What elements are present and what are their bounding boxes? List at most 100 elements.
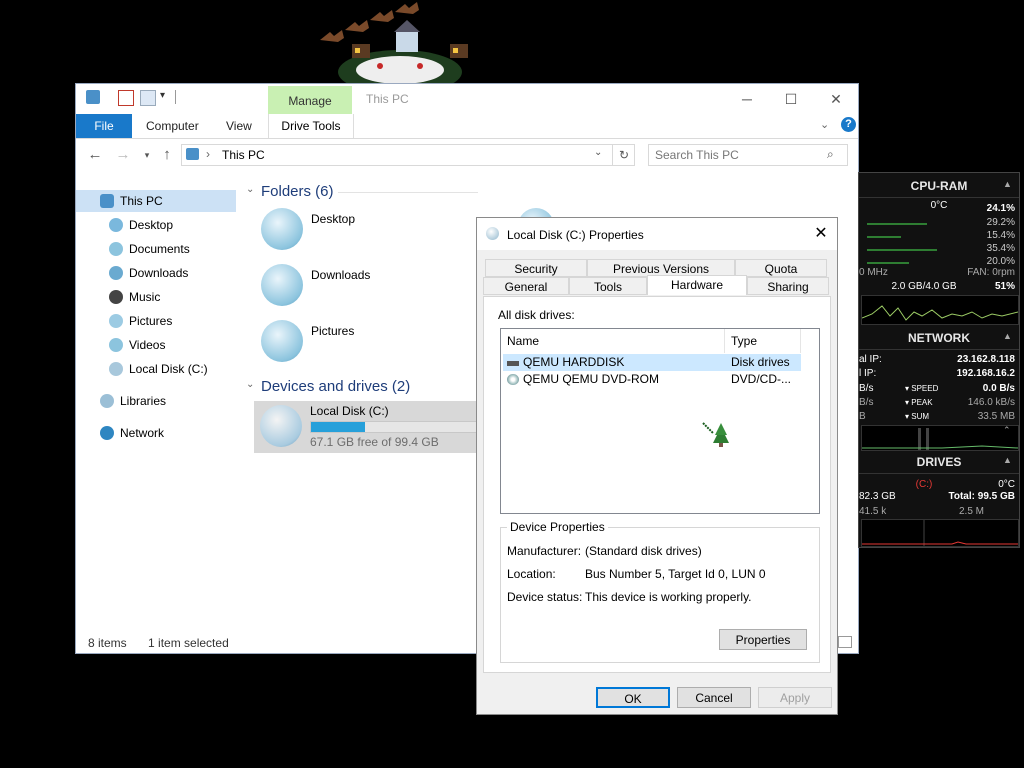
up-button[interactable]: ↑: [158, 146, 176, 164]
drives-header[interactable]: DRIVES: [859, 455, 1019, 469]
folder-downloads[interactable]: Downloads: [261, 264, 461, 314]
address-dropdown-icon[interactable]: ⌄: [594, 147, 602, 158]
cpu-total: 24.1%: [986, 203, 1015, 214]
core-value: 20.0%: [986, 256, 1015, 267]
title-bar[interactable]: ▾ Manage This PC ─ ☐ ✕: [76, 84, 858, 114]
device-status-value: This device is working properly.: [585, 590, 752, 604]
manufacturer-label: Manufacturer:: [507, 544, 582, 558]
drive-row-dvd[interactable]: QEMU QEMU DVD-ROM DVD/CD-...: [503, 371, 801, 388]
tab-hardware[interactable]: Hardware: [647, 275, 747, 295]
tab-file[interactable]: File: [76, 114, 132, 138]
manage-context-tab[interactable]: Manage: [268, 86, 352, 114]
expand-network-icon[interactable]: ⌃: [1003, 425, 1011, 436]
new-folder-icon[interactable]: [140, 90, 156, 106]
column-header-type[interactable]: Type: [725, 329, 801, 353]
network-header[interactable]: NETWORK: [859, 331, 1019, 345]
tab-tools[interactable]: Tools: [569, 277, 647, 295]
nav-item-this-pc[interactable]: This PC: [76, 190, 236, 212]
address-text[interactable]: This PC: [222, 148, 265, 162]
tab-sharing[interactable]: Sharing: [747, 277, 829, 295]
nav-item-videos[interactable]: Videos: [109, 334, 245, 356]
nav-item-desktop[interactable]: Desktop: [109, 214, 245, 236]
cpu-ram-header[interactable]: CPU-RAM: [859, 179, 1019, 193]
drive-row-harddisk[interactable]: QEMU HARDDISK Disk drives: [503, 354, 801, 371]
core-value: 35.4%: [986, 243, 1015, 254]
ext-ip-label: al IP:: [859, 354, 882, 365]
help-icon[interactable]: ?: [841, 117, 856, 132]
peak-label: ▾ PEAK: [905, 398, 933, 407]
navigation-bar: ← → ▾ ↑ › This PC ⌄ ↻ Search This PC ⌕: [76, 138, 858, 174]
customize-qat-icon[interactable]: ▾: [160, 90, 165, 101]
nav-item-music[interactable]: Music: [109, 286, 245, 308]
refresh-icon[interactable]: ↻: [612, 145, 635, 165]
tab-security[interactable]: Security: [485, 259, 587, 277]
nav-item-pictures[interactable]: Pictures: [109, 310, 245, 332]
collapse-drives-icon[interactable]: ▲: [1003, 455, 1012, 465]
explorer-icon: [86, 90, 100, 104]
nav-item-libraries[interactable]: Libraries: [100, 390, 236, 412]
nav-item-network[interactable]: Network: [100, 422, 236, 444]
tab-drive-tools[interactable]: Drive Tools: [268, 114, 354, 138]
cpu-frequency: 0 MHz: [859, 267, 888, 278]
downloads-folder-icon: [261, 264, 303, 306]
forward-button[interactable]: →: [114, 146, 132, 164]
drive-usage-bar: [310, 421, 478, 433]
drives-graph: [861, 519, 1019, 547]
collapse-cpu-icon[interactable]: ▲: [1003, 179, 1012, 189]
hardware-tab-panel: All disk drives: Name Type QEMU HARDDISK…: [483, 296, 831, 673]
breadcrumb-chevron-icon[interactable]: ›: [206, 147, 210, 161]
cancel-button[interactable]: Cancel: [677, 687, 751, 708]
disk-drives-list[interactable]: Name Type QEMU HARDDISK Disk drives QEMU…: [500, 328, 820, 514]
column-header-name[interactable]: Name: [501, 329, 725, 353]
sum-label-text: SUM: [911, 412, 930, 421]
folder-desktop[interactable]: Desktop: [261, 208, 461, 258]
divider: [859, 349, 1019, 350]
core-bar: [867, 262, 909, 264]
folders-group-header[interactable]: Folders (6): [261, 183, 334, 200]
nav-item-documents[interactable]: Documents: [109, 238, 245, 260]
search-icon[interactable]: ⌕: [827, 147, 834, 162]
drive-tile-local-disk[interactable]: Local Disk (C:) 67.1 GB free of 99.4 GB: [254, 401, 480, 453]
nav-item-local-disk[interactable]: Local Disk (C:): [109, 358, 245, 380]
dialog-close-button[interactable]: ✕: [811, 224, 831, 244]
properties-icon[interactable]: [118, 90, 134, 106]
close-button[interactable]: ✕: [821, 88, 851, 110]
sum-left: B: [859, 411, 866, 422]
nav-label: Local Disk (C:): [129, 362, 208, 376]
minimize-button[interactable]: ─: [732, 88, 762, 110]
apply-button[interactable]: Apply: [758, 687, 832, 708]
tab-computer[interactable]: Computer: [146, 114, 199, 138]
devices-group-header[interactable]: Devices and drives (2): [261, 378, 410, 395]
collapse-devices-icon[interactable]: ⌄: [246, 379, 254, 390]
core-value: 15.4%: [986, 230, 1015, 241]
tab-general[interactable]: General: [483, 277, 569, 295]
recent-locations-button[interactable]: ▾: [138, 146, 156, 164]
details-view-icon[interactable]: [838, 636, 852, 648]
tab-quota[interactable]: Quota: [735, 259, 827, 277]
status-selected-count: 1 item selected: [148, 636, 229, 650]
folder-pictures[interactable]: Pictures: [261, 320, 461, 370]
tab-view[interactable]: View: [226, 114, 252, 138]
collapse-network-icon[interactable]: ▲: [1003, 331, 1012, 341]
nav-label: Libraries: [120, 394, 167, 408]
core-bar: [867, 223, 927, 225]
status-item-count: 8 items: [88, 636, 127, 650]
drive-row-type: DVD/CD-...: [731, 372, 791, 386]
search-input[interactable]: Search This PC ⌕: [648, 144, 848, 166]
desktop-folder-icon: [261, 208, 303, 250]
ok-button[interactable]: OK: [596, 687, 670, 708]
device-status-label: Device status:: [507, 590, 583, 604]
ribbon-expand-icon[interactable]: ⌄: [820, 118, 829, 131]
address-bar[interactable]: › This PC ⌄ ↻: [181, 144, 635, 166]
ram-percent: 51%: [994, 281, 1015, 292]
peak-left: B/s: [859, 397, 874, 408]
back-button[interactable]: ←: [86, 146, 104, 164]
core-value: 29.2%: [986, 217, 1015, 228]
nav-item-downloads[interactable]: Downloads: [109, 262, 245, 284]
properties-dialog[interactable]: Local Disk (C:) Properties ✕ Security Pr…: [476, 217, 838, 715]
dialog-title-bar[interactable]: Local Disk (C:) Properties ✕: [477, 218, 837, 250]
network-graph-bars: [862, 428, 1019, 450]
collapse-folders-icon[interactable]: ⌄: [246, 184, 254, 195]
properties-button[interactable]: Properties: [719, 629, 807, 650]
maximize-button[interactable]: ☐: [776, 88, 806, 110]
